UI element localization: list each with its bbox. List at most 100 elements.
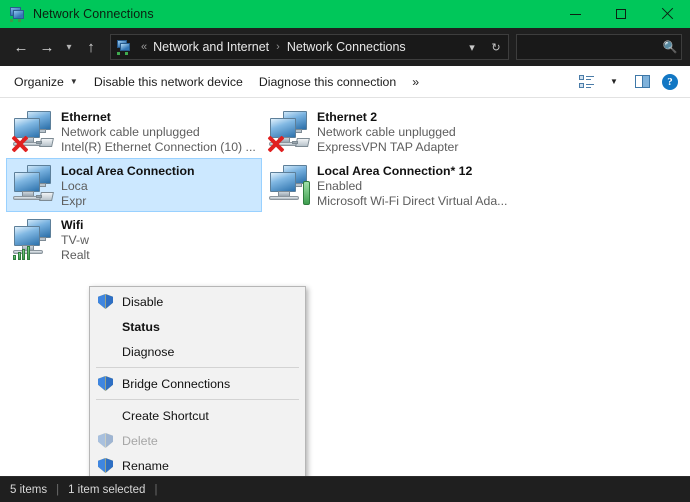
network-connections-window: Network Connections ← → ▾ ↑ « Network an… [0, 0, 690, 502]
organize-button[interactable]: Organize ▼ [6, 71, 86, 93]
context-menu-item-label: Delete [122, 434, 158, 448]
network-adapter-icon [267, 163, 317, 207]
context-menu-item-status[interactable]: Status [90, 314, 305, 339]
connection-item-local-area-connection[interactable]: Local Area Connection Loca Expr [6, 158, 262, 212]
help-button[interactable]: ? [656, 70, 684, 94]
shield-icon [98, 376, 122, 391]
disable-network-device-button[interactable]: Disable this network device [86, 71, 251, 93]
toolbar-overflow-label: » [412, 75, 419, 89]
connection-text: Local Area Connection Loca Expr [61, 163, 194, 208]
context-menu-separator [96, 367, 299, 368]
change-view-dropdown-button[interactable]: ▼ [600, 70, 628, 94]
forward-button[interactable]: → [34, 34, 60, 60]
connection-device: Realt [61, 248, 90, 262]
shield-icon [98, 433, 122, 448]
plug-icon [36, 136, 56, 149]
breadcrumb-network-icon [116, 39, 132, 55]
command-toolbar: Organize ▼ Disable this network device D… [0, 66, 690, 98]
diagnose-connection-label: Diagnose this connection [259, 75, 396, 89]
red-x-icon [267, 135, 285, 153]
connection-name: Wifi [61, 218, 90, 232]
search-icon[interactable]: 🔍 [659, 40, 681, 54]
connected-indicator-icon [303, 181, 310, 205]
connections-grid: Ethernet Network cable unplugged Intel(R… [0, 98, 690, 266]
context-menu-item-label: Status [122, 320, 160, 334]
context-menu-item-label: Rename [122, 459, 169, 473]
context-menu-item-bridge-connections[interactable]: Bridge Connections [90, 371, 305, 396]
network-adapter-icon [267, 109, 317, 153]
connection-item-wifi[interactable]: Wifi TV-w Realt [6, 212, 262, 266]
breadcrumb-overflow-icon[interactable]: « [137, 41, 151, 53]
address-bar: ← → ▾ ↑ « Network and Internet › Network… [0, 28, 690, 66]
context-menu-item-create-shortcut[interactable]: Create Shortcut [90, 403, 305, 428]
toolbar-overflow-button[interactable]: » [404, 71, 427, 93]
back-button[interactable]: ← [8, 34, 34, 60]
view-options-icon [579, 75, 594, 89]
connections-list: Ethernet Network cable unplugged Intel(R… [0, 98, 690, 476]
change-view-button[interactable] [572, 70, 600, 94]
connection-name: Ethernet 2 [317, 110, 459, 124]
connection-item-ethernet[interactable]: Ethernet Network cable unplugged Intel(R… [6, 104, 262, 158]
wireless-adapter-icon [11, 217, 61, 261]
network-adapter-icon [11, 109, 61, 153]
network-adapter-icon [11, 163, 61, 207]
help-icon: ? [662, 74, 678, 90]
recent-locations-button[interactable]: ▾ [60, 34, 78, 60]
connection-device: ExpressVPN TAP Adapter [317, 140, 459, 154]
context-menu-separator [96, 399, 299, 400]
connection-item-ethernet-2[interactable]: Ethernet 2 Network cable unplugged Expre… [262, 104, 518, 158]
connection-status: Loca [61, 179, 194, 193]
breadcrumb[interactable]: « Network and Internet › Network Connect… [110, 34, 509, 60]
connection-text: Ethernet Network cable unplugged Intel(R… [61, 109, 256, 154]
context-menu-item-label: Create Shortcut [122, 409, 209, 423]
plug-icon [292, 136, 312, 149]
connection-device: Expr [61, 194, 194, 208]
chevron-down-icon: ▼ [70, 77, 78, 86]
connection-text: Local Area Connection* 12 Enabled Micros… [317, 163, 507, 208]
organize-label: Organize [14, 75, 64, 89]
window-controls [552, 0, 690, 28]
connection-name: Local Area Connection* 12 [317, 164, 507, 178]
context-menu-item-label: Diagnose [122, 345, 174, 359]
breadcrumb-item-network-connections[interactable]: Network Connections [285, 40, 408, 54]
connection-status: Network cable unplugged [61, 125, 256, 139]
close-button[interactable] [644, 0, 690, 28]
shield-icon [98, 458, 122, 473]
preview-pane-button[interactable] [628, 70, 656, 94]
connection-device: Microsoft Wi-Fi Direct Virtual Ada... [317, 194, 507, 208]
context-menu-item-label: Bridge Connections [122, 377, 230, 391]
up-button[interactable]: ↑ [78, 34, 104, 60]
maximize-button[interactable] [598, 0, 644, 28]
connection-status: Network cable unplugged [317, 125, 459, 139]
window-title: Network Connections [33, 7, 154, 21]
context-menu-item-diagnose[interactable]: Diagnose [90, 339, 305, 364]
refresh-icon[interactable]: ↻ [484, 35, 508, 59]
context-menu-item-delete: Delete [90, 428, 305, 453]
minimize-button[interactable] [552, 0, 598, 28]
chevron-down-icon[interactable]: ▾ [460, 35, 484, 59]
breadcrumb-item-network-and-internet[interactable]: Network and Internet [151, 40, 271, 54]
title-bar: Network Connections [0, 0, 690, 28]
diagnose-connection-button[interactable]: Diagnose this connection [251, 71, 404, 93]
connection-text: Wifi TV-w Realt [61, 217, 90, 262]
context-menu-item-rename[interactable]: Rename [90, 453, 305, 476]
breadcrumb-separator-icon: › [271, 41, 285, 53]
signal-bars-icon [13, 243, 33, 260]
status-bar: 5 items | 1 item selected | [0, 476, 690, 502]
plug-icon [36, 190, 56, 203]
context-menu: Disable Status Diagnose Bridge Connectio… [89, 286, 306, 476]
preview-pane-icon [635, 75, 650, 88]
shield-icon [98, 294, 122, 309]
connection-status: Enabled [317, 179, 507, 193]
context-menu-item-label: Disable [122, 295, 163, 309]
context-menu-item-disable[interactable]: Disable [90, 289, 305, 314]
connection-text: Ethernet 2 Network cable unplugged Expre… [317, 109, 459, 154]
status-separator: | [47, 484, 68, 496]
connection-item-local-area-connection-12[interactable]: Local Area Connection* 12 Enabled Micros… [262, 158, 518, 212]
network-connections-icon [9, 6, 25, 22]
status-trailing-separator: | [145, 484, 166, 496]
search-box[interactable]: 🔍 [516, 34, 682, 60]
connection-status: TV-w [61, 233, 90, 247]
search-input[interactable] [517, 40, 659, 54]
red-x-icon [11, 135, 29, 153]
